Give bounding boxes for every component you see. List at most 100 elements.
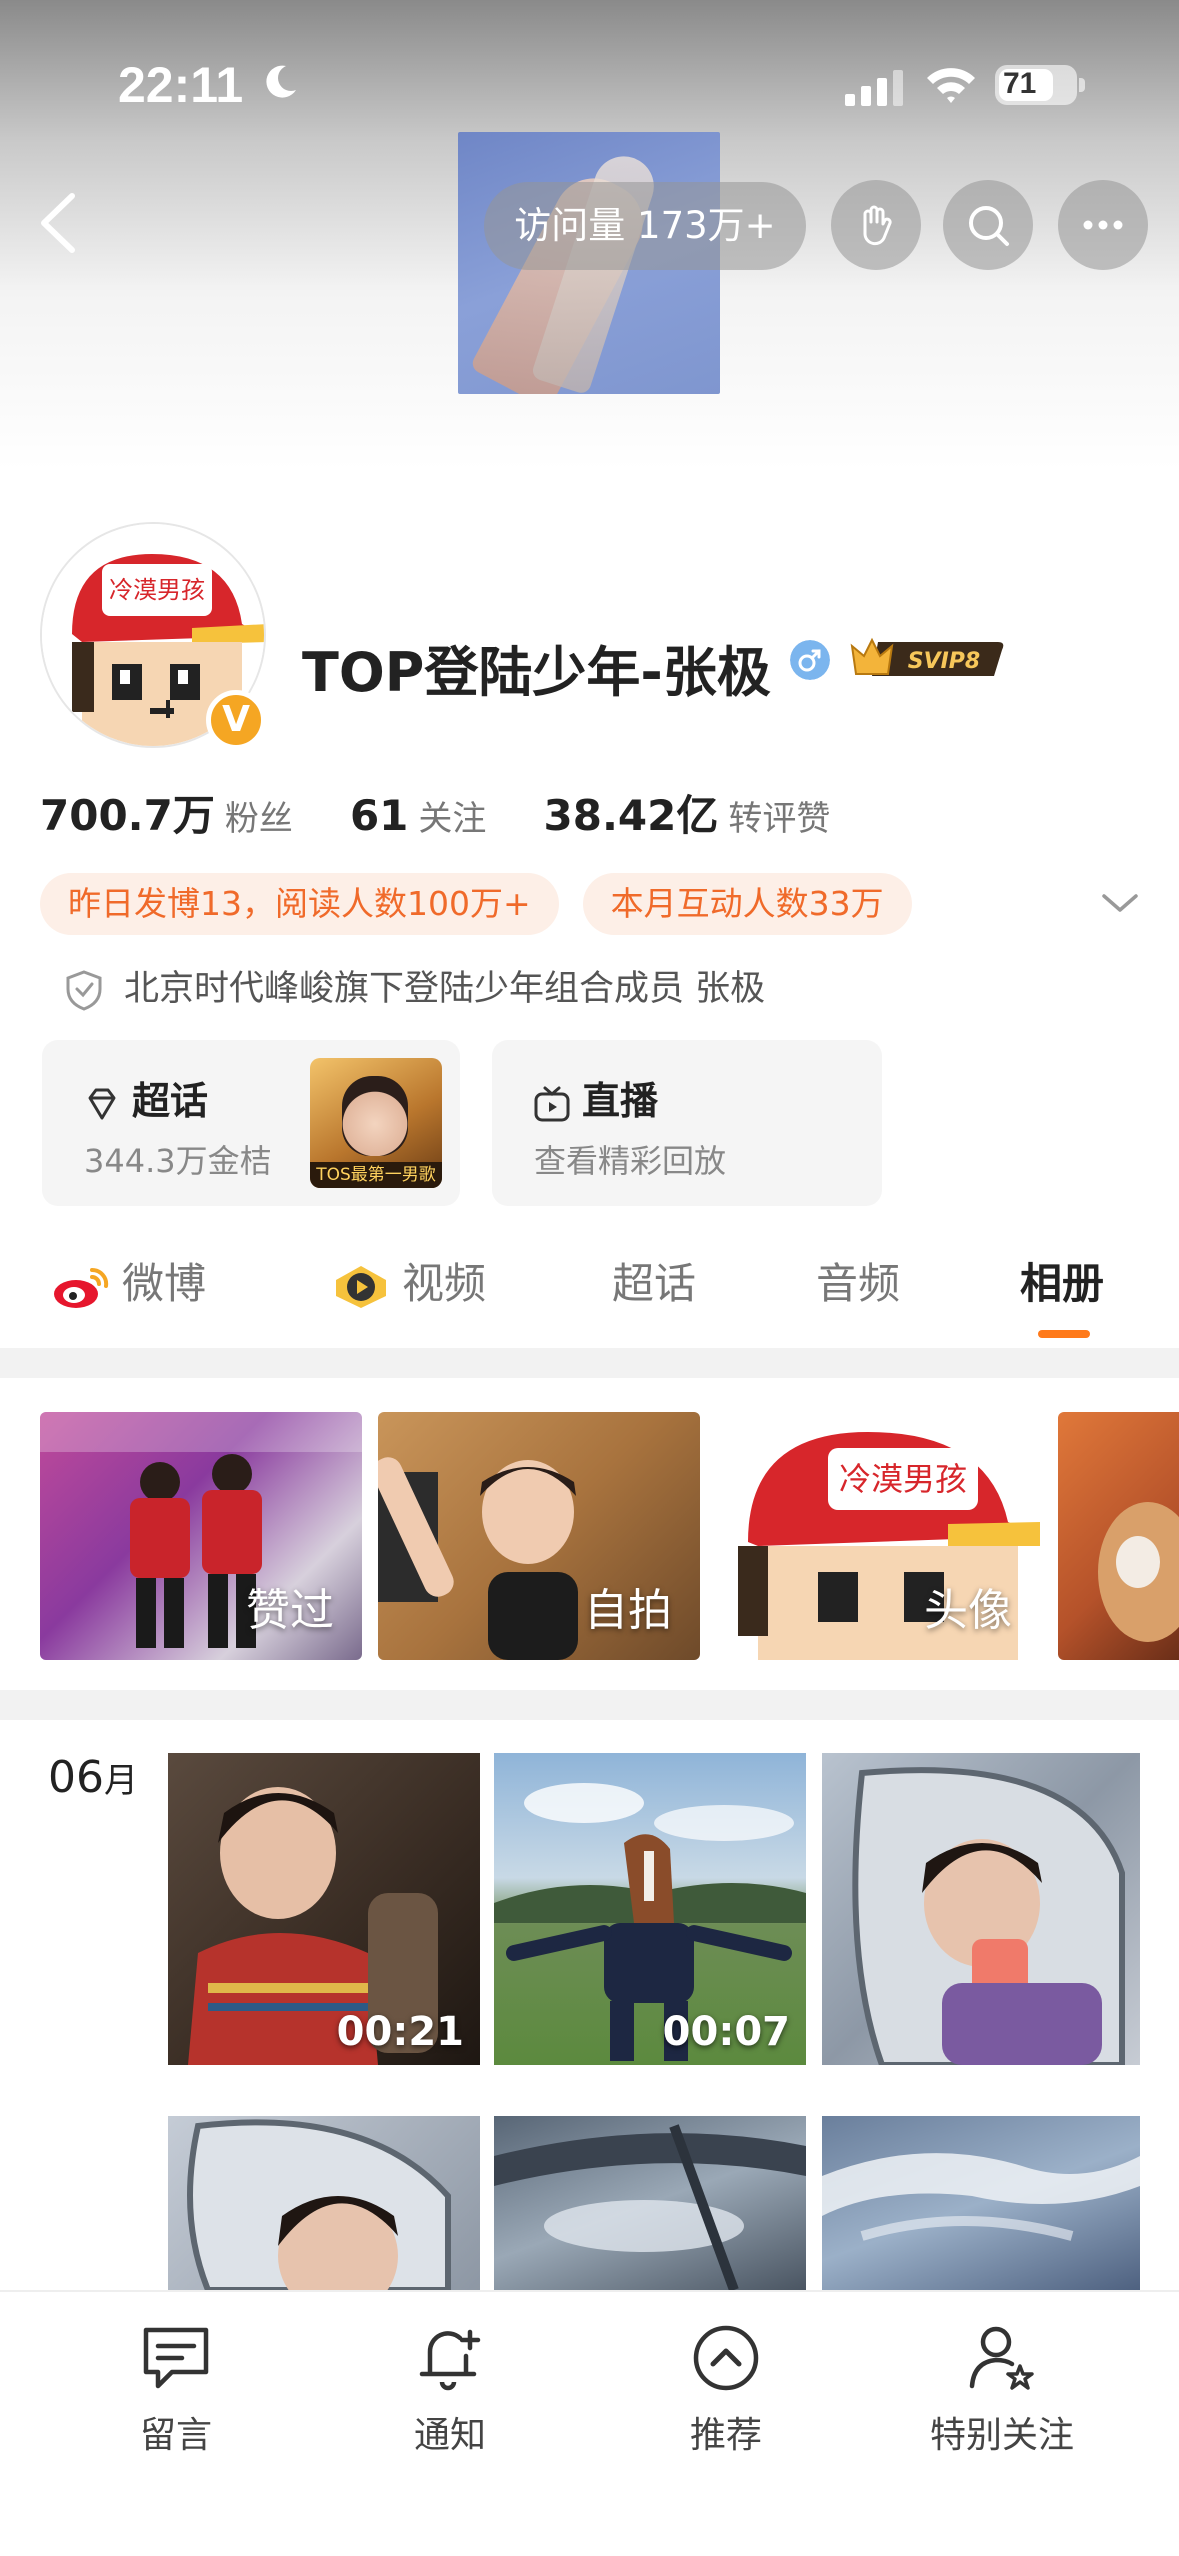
- stat-followers-value: 700.7万: [40, 791, 215, 840]
- weibo-logo-icon: [54, 1267, 109, 1308]
- profile-bio: 北京时代峰峻旗下登陆少年组合成员 张极: [64, 960, 766, 1011]
- activity-pill-posts[interactable]: 昨日发博13，阅读人数100万+: [40, 873, 559, 935]
- hand-wave-icon: [863, 205, 892, 246]
- chaohua-thumb-caption: TOS最第一男歌手: [310, 1162, 442, 1188]
- album-avatar-cap-text: 冷漠男孩: [839, 1460, 967, 1498]
- bottom-message-button[interactable]: 留言: [56, 2318, 296, 2458]
- chaohua-thumbnail: TOS最第一男歌手: [310, 1058, 442, 1188]
- profile-tabs: 微博 视频 超话 音频 相册: [0, 1238, 1179, 1328]
- photo-6-image: [822, 2153, 1140, 2241]
- search-button[interactable]: [943, 180, 1033, 270]
- svip-badge[interactable]: SVIP8: [848, 634, 1006, 684]
- photo-6[interactable]: [822, 2116, 1140, 2290]
- bottom-bar: 留言 通知 推荐 特别关注: [0, 2290, 1179, 2556]
- album-liked[interactable]: 赞过: [40, 1412, 362, 1660]
- chaohua-card-title: 超话: [82, 1070, 208, 1125]
- chevron-up-circle-icon: [693, 2325, 759, 2391]
- tab-chaohua[interactable]: 超话: [612, 1250, 696, 1311]
- album-avatar-label: 头像: [924, 1585, 1012, 1636]
- tv-icon: [534, 1086, 570, 1121]
- video-duration-1: 00:21: [336, 2009, 464, 2055]
- tab-weibo-label: 微博: [122, 1259, 207, 1308]
- live-card[interactable]: 直播 查看精彩回放: [492, 1040, 882, 1206]
- battery-tip: [1079, 78, 1085, 92]
- bottom-recommend-button[interactable]: 推荐: [606, 2318, 846, 2458]
- album-selfie-label: 自拍: [584, 1585, 672, 1636]
- bottom-notify-button[interactable]: 通知: [330, 2318, 570, 2458]
- activity-pills: 昨日发博13，阅读人数100万+ 本月互动人数33万: [40, 873, 936, 935]
- bottom-special-follow-label: 特别关注: [929, 2415, 1074, 2456]
- back-icon[interactable]: [30, 188, 90, 258]
- stat-following-label: 关注: [418, 799, 487, 839]
- search-icon: [969, 206, 1009, 246]
- live-card-sub: 查看精彩回放: [534, 1142, 727, 1180]
- bio-text: 北京时代峰峻旗下登陆少年组合成员 张极: [124, 969, 766, 1009]
- chaohua-card-sub: 344.3万金桔: [84, 1142, 272, 1180]
- more-dots-icon: [1083, 220, 1123, 230]
- diamond-icon: [88, 1088, 116, 1119]
- chaohua-title-text: 超话: [132, 1079, 209, 1123]
- chevron-down-icon[interactable]: [1100, 888, 1140, 918]
- male-gender-icon: [790, 640, 830, 680]
- month-label: 06月: [48, 1752, 138, 1803]
- photo-4[interactable]: [168, 2116, 480, 2290]
- activity-pill-interactions[interactable]: 本月互动人数33万: [582, 873, 912, 935]
- photo-5[interactable]: [494, 2116, 806, 2290]
- status-time: 22:11: [118, 57, 244, 113]
- month-unit: 月: [104, 1761, 138, 1801]
- poke-button[interactable]: [831, 180, 921, 270]
- wifi-icon: [927, 68, 975, 103]
- stat-following-value: 61: [349, 791, 409, 840]
- tab-weibo[interactable]: 微博: [52, 1250, 206, 1311]
- stat-likes[interactable]: 38.42亿 转评赞: [544, 782, 831, 843]
- battery-level: 71: [1003, 67, 1037, 100]
- album-more[interactable]: [1058, 1412, 1179, 1660]
- album-selfie[interactable]: 自拍: [378, 1412, 700, 1660]
- profile-username: TOP登陆少年-张极: [302, 641, 771, 704]
- photo-4-image: [187, 2119, 451, 2290]
- photo-3[interactable]: [822, 1753, 1140, 2065]
- bottom-message-label: 留言: [139, 2415, 212, 2456]
- album-more-image: [1098, 1502, 1179, 1642]
- profile-stats: 700.7万 粉丝 61 关注 38.42亿 转评赞: [40, 782, 882, 842]
- photo-video-1[interactable]: 00:21: [168, 1753, 480, 2065]
- moon-icon: [266, 65, 296, 98]
- status-bar: 22:11 71: [0, 0, 1179, 150]
- avatar-cap-text: 冷漠男孩: [109, 576, 205, 604]
- message-icon: [143, 2327, 209, 2389]
- verified-badge-icon: V: [206, 690, 266, 750]
- tab-album[interactable]: 相册: [1020, 1250, 1104, 1311]
- photo-video-2[interactable]: 00:07: [494, 1753, 806, 2065]
- tab-video[interactable]: 视频: [332, 1250, 486, 1311]
- chaohua-thumb-face: [342, 1076, 408, 1156]
- more-button[interactable]: [1058, 180, 1148, 270]
- stat-followers-label: 粉丝: [224, 799, 293, 839]
- month-number: 06: [48, 1752, 104, 1803]
- bell-plus-icon: [419, 2329, 481, 2391]
- live-title-text: 直播: [582, 1079, 659, 1123]
- bottom-notify-label: 通知: [413, 2415, 486, 2456]
- photo-5-image: [494, 2124, 806, 2290]
- battery-indicator: 71: [995, 65, 1085, 105]
- svip-label: SVIP8: [908, 649, 981, 674]
- bottom-special-follow-button[interactable]: 特别关注: [882, 2318, 1122, 2458]
- bottom-recommend-label: 推荐: [689, 2415, 762, 2456]
- album-avatar[interactable]: 冷漠男孩 头像: [718, 1412, 1040, 1660]
- stat-followers[interactable]: 700.7万 粉丝: [40, 782, 293, 843]
- photo-3-image: [852, 1767, 1125, 2065]
- chaohua-card[interactable]: 超话 344.3万金桔 TOS最第一男歌手: [42, 1040, 460, 1206]
- active-tab-indicator: [1038, 1330, 1090, 1338]
- section-divider: [0, 1348, 1179, 1378]
- tab-video-label: 视频: [402, 1259, 487, 1308]
- visit-count-pill[interactable]: 访问量 173万+: [484, 182, 806, 270]
- stat-likes-value: 38.42亿: [543, 791, 719, 840]
- shield-icon: [66, 970, 102, 1011]
- stat-following[interactable]: 61 关注: [350, 791, 486, 840]
- video-duration-2: 00:07: [662, 2009, 790, 2055]
- album-liked-label: 赞过: [246, 1585, 334, 1636]
- video-play-icon: [336, 1265, 386, 1308]
- cellular-signal-icon: [845, 70, 903, 106]
- tab-audio[interactable]: 音频: [816, 1250, 900, 1311]
- user-star-icon: [969, 2326, 1034, 2390]
- live-card-title: 直播: [532, 1070, 658, 1125]
